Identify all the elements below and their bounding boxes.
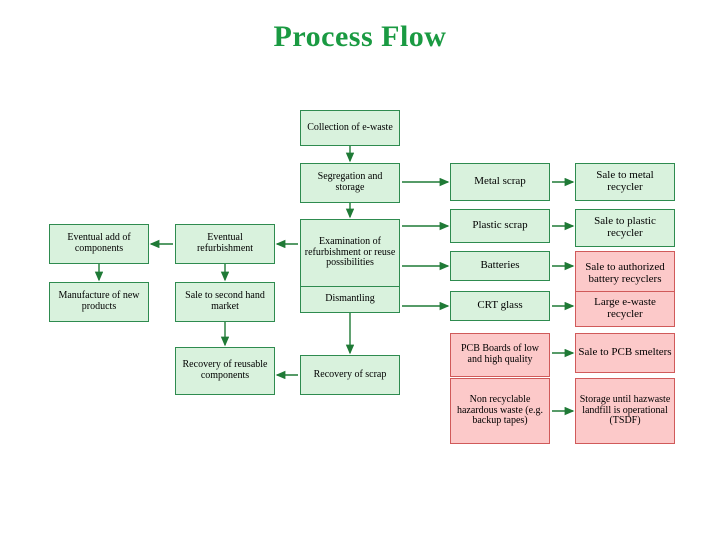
node-large-ewaste-recycler[interactable]: Large e-waste recycler [575, 291, 675, 327]
node-eventual-add-of-components[interactable]: Eventual add of components [49, 224, 149, 264]
node-label: Metal scrap [474, 175, 526, 188]
node-examination[interactable]: Examination of refurbishment or reuse po… [300, 219, 400, 287]
node-label: Large e-waste recycler [594, 296, 656, 320]
node-label: Collection of e-waste [307, 121, 393, 133]
node-label: Batteries [480, 259, 520, 272]
node-batteries[interactable]: Batteries [450, 251, 550, 281]
node-label: Sale to plastic recycler [594, 215, 656, 239]
node-label: Sale to authorized battery recyclers [585, 261, 665, 285]
node-dismantling[interactable]: Dismantling [300, 286, 400, 313]
node-non-recyclable-hazardous-waste[interactable]: Non recyclable hazardous waste (e.g. bac… [450, 378, 550, 444]
node-crt-glass[interactable]: CRT glass [450, 291, 550, 321]
node-label: Dismantling [325, 293, 375, 305]
node-label: Sale to PCB smelters [578, 346, 672, 359]
node-recovery-of-scrap[interactable]: Recovery of scrap [300, 355, 400, 395]
page-title: Process Flow [273, 20, 447, 53]
node-label: Segregation and storage [317, 171, 383, 193]
node-sale-to-metal-recycler[interactable]: Sale to metal recycler [575, 163, 675, 201]
node-label: Recovery of scrap [313, 368, 387, 380]
node-label: Eventual add of components [67, 232, 131, 254]
node-pcb-boards[interactable]: PCB Boards of low and high quality [450, 333, 550, 377]
node-label: Storage until hazwaste landfill is opera… [579, 393, 671, 427]
node-sale-to-plastic-recycler[interactable]: Sale to plastic recycler [575, 209, 675, 247]
node-label: Non recyclable hazardous waste (e.g. bac… [456, 393, 544, 427]
node-storage-until-tsdf[interactable]: Storage until hazwaste landfill is opera… [575, 378, 675, 444]
node-label: PCB Boards of low and high quality [460, 343, 540, 365]
node-manufacture-of-new-products[interactable]: Manufacture of new products [49, 282, 149, 322]
node-sale-to-pcb-smelters[interactable]: Sale to PCB smelters [575, 333, 675, 373]
node-metal-scrap[interactable]: Metal scrap [450, 163, 550, 201]
node-label: Manufacture of new products [58, 290, 140, 312]
node-label: Examination of refurbishment or reuse po… [304, 235, 396, 269]
node-recovery-of-reusable-components[interactable]: Recovery of reusable components [175, 347, 275, 395]
node-label: Eventual refurbishment [196, 232, 254, 254]
node-sale-to-second-hand-market[interactable]: Sale to second hand market [175, 282, 275, 322]
node-eventual-refurbishment[interactable]: Eventual refurbishment [175, 224, 275, 264]
node-collection[interactable]: Collection of e-waste [300, 110, 400, 146]
node-label: Sale to metal recycler [596, 169, 654, 193]
node-label: Plastic scrap [472, 219, 528, 232]
node-label: Sale to second hand market [185, 290, 265, 312]
node-plastic-scrap[interactable]: Plastic scrap [450, 209, 550, 243]
slide-canvas: Process Flow Collection of e-waste Segre… [0, 0, 720, 540]
node-segregation[interactable]: Segregation and storage [300, 163, 400, 203]
node-label: CRT glass [477, 299, 523, 312]
node-label: Recovery of reusable components [182, 359, 268, 381]
